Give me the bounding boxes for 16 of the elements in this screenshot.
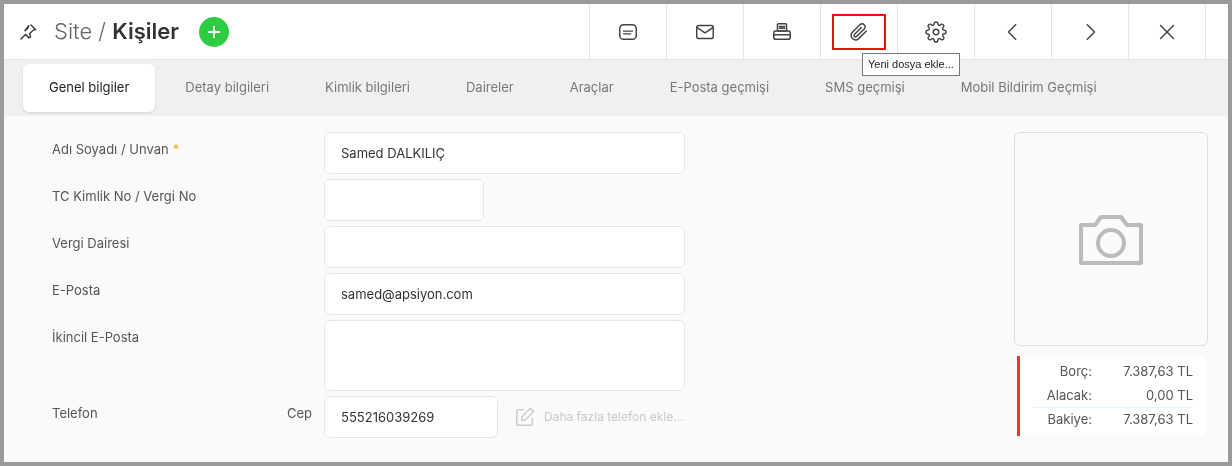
field-label: Vergi Dairesi	[52, 234, 130, 253]
required-mark: *	[172, 140, 180, 159]
field-label: Telefon	[52, 404, 98, 423]
field-sublabel: Cep	[286, 404, 312, 423]
balance-value: 7.387,63 TL	[1123, 410, 1193, 429]
field-label: TC Kimlik No / Vergi No	[52, 187, 197, 206]
tooltip: Yeni dosya ekle...	[862, 53, 960, 76]
page-title: Site / Kişiler	[54, 17, 179, 46]
field-label: Adı Soyadı / Unvan	[52, 140, 169, 159]
balance-label: Bakiye:	[1046, 410, 1092, 429]
balance-label: Borç:	[1058, 362, 1092, 381]
balance-label: Alacak:	[1045, 385, 1092, 405]
balance-value: 7.387,63 TL	[1123, 362, 1193, 381]
field-label: E-Posta	[52, 281, 101, 300]
field-label: İkincil E-Posta	[52, 328, 140, 347]
balance-value: 0,00 TL	[1145, 385, 1193, 405]
